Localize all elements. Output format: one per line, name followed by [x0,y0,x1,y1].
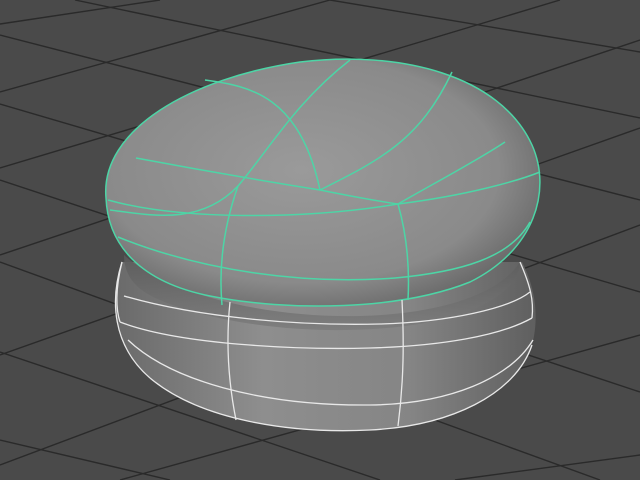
3d-viewport[interactable] [0,0,640,480]
viewport-canvas[interactable] [0,0,640,480]
